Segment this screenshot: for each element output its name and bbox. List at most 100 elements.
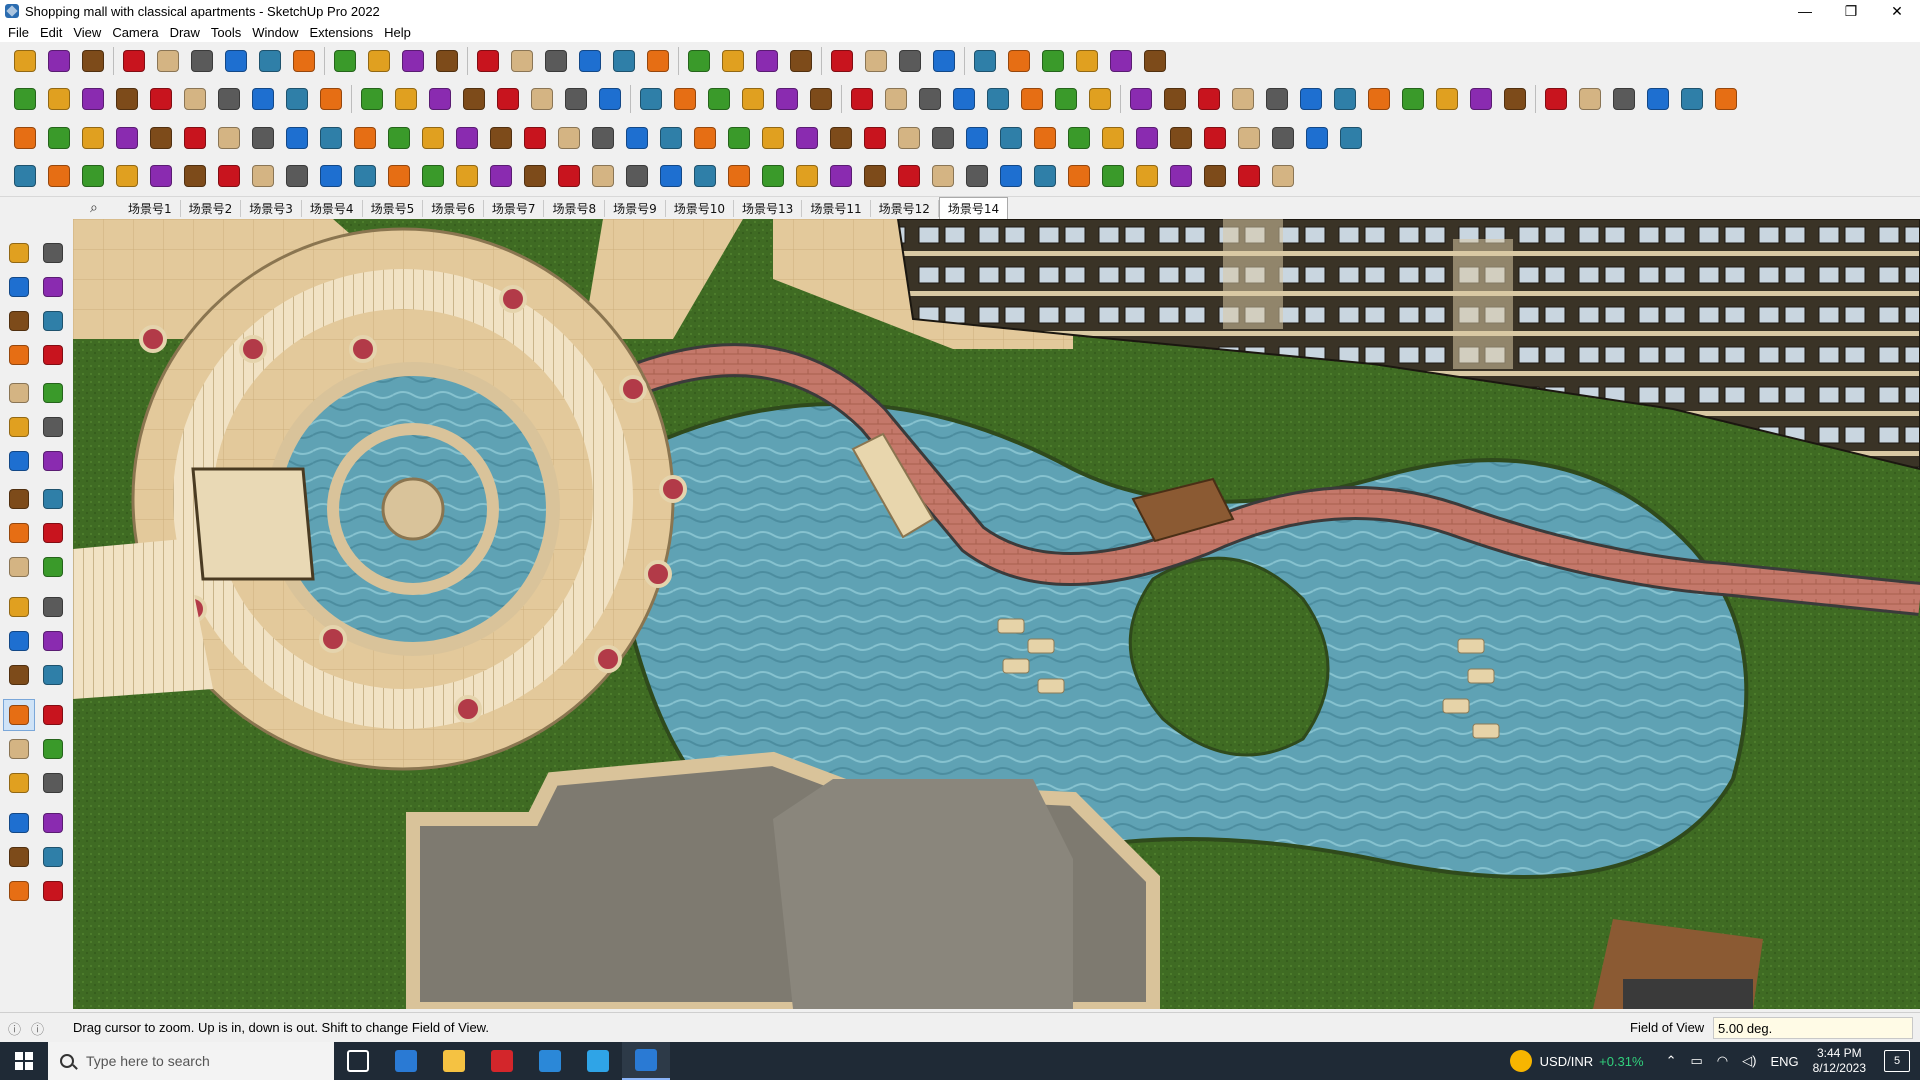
- toolbar-tool-button[interactable]: [42, 159, 76, 193]
- toolbar-tool-button[interactable]: [790, 121, 824, 155]
- toolbar-tool-button[interactable]: [76, 44, 110, 78]
- toolbar-tool-button[interactable]: [348, 159, 382, 193]
- toolbar-tool-button[interactable]: [1083, 82, 1117, 116]
- toolbar-tool-button[interactable]: [389, 82, 423, 116]
- toolbar-tool-button[interactable]: [8, 82, 42, 116]
- large-tool-button[interactable]: [4, 808, 34, 838]
- large-tool-button[interactable]: [4, 768, 34, 798]
- large-tool-button[interactable]: [4, 446, 34, 476]
- toolbar-tool-button[interactable]: [960, 159, 994, 193]
- toolbar-tool-button[interactable]: [825, 44, 859, 78]
- clock[interactable]: 3:44 PM 8/12/2023: [1813, 1046, 1866, 1076]
- toolbar-tool-button[interactable]: [994, 159, 1028, 193]
- toolbar-tool-button[interactable]: [682, 44, 716, 78]
- large-tool-button[interactable]: [4, 734, 34, 764]
- large-tool-button[interactable]: [4, 592, 34, 622]
- model-render[interactable]: [73, 219, 1920, 1009]
- menu-extensions[interactable]: Extensions: [308, 25, 383, 40]
- notification-center-button[interactable]: 5: [1884, 1050, 1910, 1072]
- toolbar-tool-button[interactable]: [1464, 82, 1498, 116]
- taskbar-app-button[interactable]: [526, 1042, 574, 1080]
- toolbar-tool-button[interactable]: [144, 121, 178, 155]
- toolbar-tool-button[interactable]: [253, 44, 287, 78]
- menu-draw[interactable]: Draw: [168, 25, 209, 40]
- large-tool-button[interactable]: [4, 272, 34, 302]
- scene-tab[interactable]: 场景号9: [605, 199, 666, 217]
- toolbar-tool-button[interactable]: [641, 44, 675, 78]
- taskbar-app-button[interactable]: [382, 1042, 430, 1080]
- toolbar-tool-button[interactable]: [396, 44, 430, 78]
- toolbar-tool-button[interactable]: [212, 82, 246, 116]
- toolbar-tool-button[interactable]: [178, 82, 212, 116]
- toolbar-tool-button[interactable]: [668, 82, 702, 116]
- toolbar-tool-button[interactable]: [8, 44, 42, 78]
- toolbar-tool-button[interactable]: [620, 159, 654, 193]
- menu-file[interactable]: File: [6, 25, 38, 40]
- toolbar-tool-button[interactable]: [926, 121, 960, 155]
- close-button[interactable]: ✕: [1874, 0, 1920, 22]
- toolbar-tool-button[interactable]: [722, 121, 756, 155]
- toolbar-tool-button[interactable]: [926, 159, 960, 193]
- toolbar-tool-button[interactable]: [1266, 121, 1300, 155]
- toolbar-tool-button[interactable]: [1573, 82, 1607, 116]
- toolbar-tool-button[interactable]: [355, 82, 389, 116]
- scene-tab[interactable]: 场景号5: [363, 199, 424, 217]
- large-tool-button[interactable]: [4, 660, 34, 690]
- menu-camera[interactable]: Camera: [110, 25, 167, 40]
- toolbar-tool-button[interactable]: [1334, 121, 1368, 155]
- weather-icon[interactable]: [1509, 1050, 1532, 1072]
- large-tool-button[interactable]: [4, 378, 34, 408]
- large-tool-button[interactable]: [38, 446, 68, 476]
- toolbar-tool-button[interactable]: [1232, 159, 1266, 193]
- toolbar-tool-button[interactable]: [42, 121, 76, 155]
- toolbar-tool-button[interactable]: [858, 121, 892, 155]
- start-button[interactable]: [0, 1042, 48, 1080]
- toolbar-tool-button[interactable]: [430, 44, 464, 78]
- toolbar-tool-button[interactable]: [620, 121, 654, 155]
- toolbar-tool-button[interactable]: [770, 82, 804, 116]
- large-tool-button[interactable]: [38, 306, 68, 336]
- geolocation-icon[interactable]: ⓘ: [8, 1019, 21, 1038]
- toolbar-tool-button[interactable]: [722, 159, 756, 193]
- large-tool-button[interactable]: [38, 876, 68, 906]
- large-tool-button[interactable]: [4, 626, 34, 656]
- large-tool-button[interactable]: [4, 552, 34, 582]
- measurements-box[interactable]: 5.00 deg.: [1713, 1017, 1913, 1039]
- toolbar-tool-button[interactable]: [859, 44, 893, 78]
- toolbar-tool-button[interactable]: [1036, 44, 1070, 78]
- toolbar-tool-button[interactable]: [1641, 82, 1675, 116]
- toolbar-tool-button[interactable]: [525, 82, 559, 116]
- toolbar-tool-button[interactable]: [688, 121, 722, 155]
- scene-tab[interactable]: 场景号11: [802, 199, 871, 217]
- toolbar-tool-button[interactable]: [1062, 159, 1096, 193]
- toolbar-tool-button[interactable]: [702, 82, 736, 116]
- toolbar-tool-button[interactable]: [981, 82, 1015, 116]
- toolbar-tool-button[interactable]: [1164, 121, 1198, 155]
- large-tool-button[interactable]: [4, 412, 34, 442]
- toolbar-tool-button[interactable]: [246, 121, 280, 155]
- toolbar-tool-button[interactable]: [328, 44, 362, 78]
- scene-tab[interactable]: 场景号2: [181, 199, 242, 217]
- magnifier-icon[interactable]: ⌕: [90, 199, 98, 216]
- toolbar-tool-button[interactable]: [246, 159, 280, 193]
- toolbar-tool-button[interactable]: [178, 159, 212, 193]
- toolbar-tool-button[interactable]: [8, 121, 42, 155]
- toolbar-tool-button[interactable]: [1198, 121, 1232, 155]
- toolbar-tool-button[interactable]: [559, 82, 593, 116]
- toolbar-tool-button[interactable]: [505, 44, 539, 78]
- toolbar-tool-button[interactable]: [539, 44, 573, 78]
- toolbar-tool-button[interactable]: [144, 82, 178, 116]
- pavilion[interactable]: [191, 467, 315, 581]
- toolbar-tool-button[interactable]: [518, 159, 552, 193]
- toolbar-tool-button[interactable]: [1675, 82, 1709, 116]
- toolbar-tool-button[interactable]: [1028, 159, 1062, 193]
- scene-tab[interactable]: 场景号4: [302, 199, 363, 217]
- scene-tab[interactable]: 场景号8: [544, 199, 606, 217]
- language-indicator[interactable]: ENG: [1770, 1054, 1798, 1069]
- large-tool-button[interactable]: [4, 238, 34, 268]
- toolbar-tool-button[interactable]: [994, 121, 1028, 155]
- toolbar-tool-button[interactable]: [756, 121, 790, 155]
- large-tool-button[interactable]: [38, 518, 68, 548]
- large-tool-button[interactable]: [38, 238, 68, 268]
- toolbar-tool-button[interactable]: [1138, 44, 1172, 78]
